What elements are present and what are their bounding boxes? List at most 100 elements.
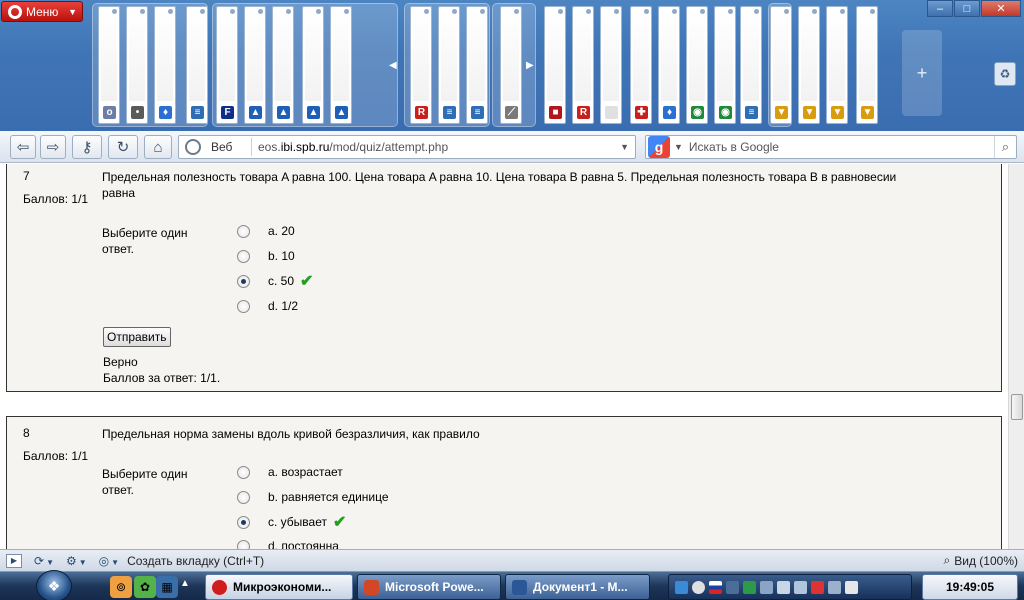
tab-close-dot-icon[interactable] (870, 9, 875, 14)
radio-button[interactable] (237, 249, 250, 263)
tab-thumbnail[interactable]: ♦ (154, 6, 176, 124)
tab-close-dot-icon[interactable] (258, 9, 263, 14)
search-icon[interactable]: ⌕ (994, 136, 1016, 158)
tray-app-icon[interactable] (777, 580, 790, 594)
tab-thumbnail[interactable] (600, 6, 622, 124)
tab-thumbnail[interactable]: R (410, 6, 432, 124)
opera-menu-button[interactable]: Меню ▼ (1, 1, 83, 22)
search-box[interactable]: g ▼ Искать в Google ⌕ (645, 135, 1017, 159)
create-tab-button[interactable]: Создать вкладку (Ctrl+T) (127, 554, 264, 568)
zoom-control[interactable]: ⌕ Вид (100%) (944, 553, 1018, 568)
tab-close-dot-icon[interactable] (754, 9, 759, 14)
tab-thumbnail[interactable]: • (126, 6, 148, 124)
search-input[interactable]: Искать в Google (689, 140, 779, 154)
tab-close-dot-icon[interactable] (586, 9, 591, 14)
antivirus-icon[interactable] (743, 580, 756, 594)
answer-option[interactable]: a. возрастает (237, 463, 343, 481)
vertical-scrollbar[interactable] (1008, 164, 1024, 549)
language-flag-icon[interactable] (709, 580, 722, 594)
wand-button[interactable]: ⚷ (72, 135, 102, 159)
tab-thumbnail[interactable]: ◉ (686, 6, 708, 124)
tab-thumbnail[interactable]: ▲ (330, 6, 352, 124)
tab-thumbnail[interactable]: ■ (544, 6, 566, 124)
signal-icon[interactable] (794, 580, 807, 594)
tab-close-dot-icon[interactable] (424, 9, 429, 14)
home-button[interactable]: ⌂ (144, 135, 172, 159)
maximize-button[interactable]: □ (954, 0, 980, 17)
radio-button[interactable] (237, 490, 250, 504)
tab-thumbnail[interactable]: ▲ (272, 6, 294, 124)
tab-close-dot-icon[interactable] (200, 9, 205, 14)
monitor-icon[interactable] (760, 580, 773, 594)
reload-button[interactable]: ↻ (108, 135, 138, 159)
quicklaunch-icon[interactable]: ✿ (134, 576, 156, 598)
radio-button-selected[interactable] (237, 274, 250, 288)
tab-thumbnail[interactable]: ⟋ (500, 6, 522, 124)
tab-close-dot-icon[interactable] (728, 9, 733, 14)
address-url[interactable]: eos.ibi.spb.ru/mod/quiz/attempt.php (258, 140, 448, 154)
tab-thumbnail[interactable]: ≡ (186, 6, 208, 124)
tab-close-dot-icon[interactable] (840, 9, 845, 14)
quicklaunch-icon[interactable]: ▦ (156, 576, 178, 598)
forward-button[interactable]: ⇨ (40, 135, 66, 159)
tab-thumbnail[interactable]: ◉ (714, 6, 736, 124)
tab-thumbnail[interactable]: ▲ (244, 6, 266, 124)
tab-close-dot-icon[interactable] (168, 9, 173, 14)
tab-thumbnail[interactable]: ≡ (438, 6, 460, 124)
tab-close-dot-icon[interactable] (784, 9, 789, 14)
scroll-left-icon[interactable]: ◀ (389, 60, 397, 71)
tab-close-dot-icon[interactable] (112, 9, 117, 14)
chevron-down-icon[interactable]: ▼ (674, 142, 683, 152)
answer-option[interactable]: d. постоянна (237, 537, 339, 549)
speed-dial-icon[interactable]: ◎ ▼ (99, 554, 119, 568)
tab-close-dot-icon[interactable] (230, 9, 235, 14)
tab-thumbnail[interactable]: ♦ (658, 6, 680, 124)
answer-option[interactable]: b. равняется единице (237, 488, 389, 506)
radio-button[interactable] (237, 465, 250, 479)
taskbar-button-opera[interactable]: Микроэкономи... (205, 574, 353, 600)
quicklaunch-icon[interactable]: ⊚ (110, 576, 132, 598)
tab-thumbnail[interactable]: ≡ (466, 6, 488, 124)
sync-icon[interactable]: ⟳ ▼ (34, 554, 54, 568)
tab-close-dot-icon[interactable] (614, 9, 619, 14)
clock[interactable]: 19:49:05 (922, 574, 1018, 600)
tab-close-dot-icon[interactable] (480, 9, 485, 14)
tab-thumbnail[interactable]: ▲ (302, 6, 324, 124)
tab-close-dot-icon[interactable] (812, 9, 817, 14)
tab-thumbnail[interactable]: ▼ (770, 6, 792, 124)
tab-close-dot-icon[interactable] (344, 9, 349, 14)
tab-close-dot-icon[interactable] (286, 9, 291, 14)
minimize-button[interactable]: – (927, 0, 953, 17)
taskbar-button-powerpoint[interactable]: Microsoft Powe... (357, 574, 501, 600)
trash-icon[interactable]: ♻ (994, 62, 1016, 86)
tab-close-dot-icon[interactable] (672, 9, 677, 14)
tab-close-dot-icon[interactable] (452, 9, 457, 14)
start-button[interactable]: ❖ (36, 570, 72, 600)
chevron-down-icon[interactable]: ▼ (620, 142, 629, 152)
chevron-up-icon[interactable]: ▲ (180, 578, 190, 589)
tab-close-dot-icon[interactable] (140, 9, 145, 14)
back-button[interactable]: ⇦ (10, 135, 36, 159)
tab-close-dot-icon[interactable] (558, 9, 563, 14)
tab-thumbnail[interactable]: o (98, 6, 120, 124)
answer-option[interactable]: c. 50 ✔ (237, 272, 313, 290)
volume-muted-icon[interactable] (811, 580, 824, 594)
turbo-icon[interactable]: ⚙ ▼ (66, 554, 87, 568)
tab-close-dot-icon[interactable] (644, 9, 649, 14)
battery-icon[interactable] (845, 580, 858, 594)
tab-close-dot-icon[interactable] (700, 9, 705, 14)
tab-thumbnail[interactable]: ✚ (630, 6, 652, 124)
tab-thumbnail[interactable]: R (572, 6, 594, 124)
radio-button-selected[interactable] (237, 515, 250, 529)
skype-icon[interactable] (692, 580, 705, 594)
radio-button[interactable] (237, 539, 250, 549)
tab-thumbnail[interactable]: ▼ (856, 6, 878, 124)
tab-thumbnail[interactable]: F (216, 6, 238, 124)
network-icon[interactable] (675, 580, 688, 594)
tab-thumbnail[interactable]: ▼ (826, 6, 848, 124)
answer-option[interactable]: d. 1/2 (237, 297, 298, 315)
submit-button[interactable]: Отправить (103, 327, 171, 347)
radio-button[interactable] (237, 224, 250, 238)
taskbar-button-word[interactable]: Документ1 - M... (505, 574, 650, 600)
close-button[interactable]: ✕ (981, 0, 1021, 17)
